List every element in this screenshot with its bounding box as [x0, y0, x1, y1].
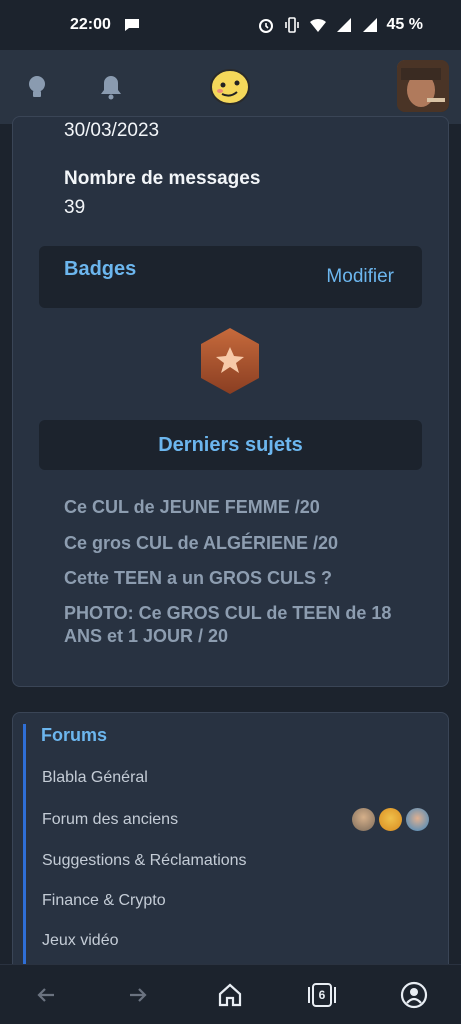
home-button[interactable] — [214, 979, 246, 1011]
signal-icon — [336, 18, 351, 32]
forum-link[interactable]: Jeux vidéo — [42, 932, 119, 950]
tabs-button[interactable]: 6 — [306, 979, 338, 1011]
forum-link[interactable]: Forum des anciens — [42, 811, 178, 829]
forum-link[interactable]: Finance & Crypto — [42, 892, 166, 910]
lightbulb-button[interactable] — [22, 50, 52, 124]
avatar[interactable] — [406, 808, 429, 831]
avatar-photo — [397, 60, 449, 112]
star-badge-icon[interactable] — [198, 326, 262, 396]
account-button[interactable] — [398, 979, 430, 1011]
message-count-label: Nombre de messages — [64, 168, 261, 189]
user-avatar[interactable] — [397, 60, 449, 112]
clock: 22:00 — [70, 16, 111, 33]
edit-badges-link[interactable]: Modifier — [326, 266, 394, 288]
forum-link[interactable]: Blabla Général — [42, 769, 148, 787]
subject-link[interactable]: Ce CUL de JEUNE FEMME /20 — [64, 496, 424, 519]
tabs-count: 6 — [318, 988, 326, 1002]
status-bar: 22:00 45 % — [0, 0, 461, 50]
browser-bottom-bar: 6 — [0, 964, 461, 1024]
smiley-logo-icon — [210, 69, 250, 105]
message-count-value: 39 — [64, 197, 86, 218]
forward-button[interactable] — [122, 979, 154, 1011]
badges-header: Badges Modifier — [39, 246, 422, 308]
site-logo[interactable] — [208, 50, 252, 124]
arrow-right-icon — [130, 988, 147, 1002]
back-button[interactable] — [30, 979, 62, 1011]
avatar[interactable] — [352, 808, 375, 831]
forum-link[interactable]: Suggestions & Réclamations — [42, 852, 247, 870]
subject-link[interactable]: Cette TEEN a un GROS CULS ? — [64, 567, 424, 590]
chat-bubble-icon — [124, 19, 139, 31]
badges-title: Badges — [64, 258, 137, 280]
arrow-left-icon — [37, 988, 54, 1002]
account-circle-icon — [400, 981, 428, 1009]
home-icon — [218, 983, 242, 1007]
latest-subjects-header: Derniers sujets — [39, 420, 422, 470]
battery-percent: 45 % — [386, 16, 423, 33]
vibrate-icon — [284, 17, 299, 33]
alarm-icon — [258, 19, 273, 33]
lightbulb-icon — [29, 76, 45, 97]
wifi-icon — [309, 18, 326, 32]
avatar[interactable] — [379, 808, 402, 831]
latest-subjects-title: Derniers sujets — [158, 433, 303, 456]
top-navigation — [0, 50, 461, 124]
subject-link[interactable]: PHOTO: Ce GROS CUL de TEEN de 18 ANS et … — [64, 602, 424, 648]
signal-icon-2 — [362, 18, 377, 32]
forums-accent-bar — [23, 724, 26, 964]
subject-link[interactable]: Ce gros CUL de ALGÉRIENE /20 — [64, 532, 424, 555]
notifications-button[interactable] — [96, 50, 126, 124]
registration-date: 30/03/2023 — [64, 120, 160, 141]
bell-icon — [101, 76, 121, 100]
forums-title: Forums — [41, 725, 108, 745]
forum-participants — [352, 808, 429, 831]
